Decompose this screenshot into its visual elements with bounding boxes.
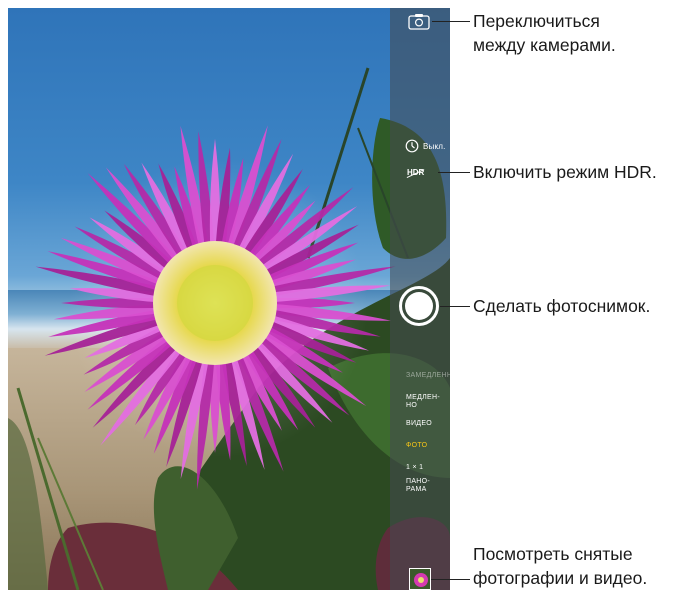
shutter-inner [405,292,433,320]
photo-thumbnail[interactable] [409,568,431,590]
callout-library: Посмотреть снятые фотографии и видео. [473,542,647,590]
camera-viewfinder [8,8,450,590]
callout-switch-camera: Переключиться между камерами. [473,9,616,57]
mode-option[interactable]: ВИДЕО [406,420,432,428]
callout-switch-camera-line1: Переключиться [473,11,600,31]
camera-flip-icon[interactable] [408,13,430,30]
callout-hdr: Включить режим HDR. [473,160,657,184]
callout-shutter-line1: Сделать фотоснимок. [473,296,651,316]
hdr-toggle[interactable]: HDR [407,166,424,178]
timer-toggle[interactable]: Выкл. [405,138,446,154]
thumbnail-flower-image [410,569,430,589]
mode-option[interactable]: 1 × 1 [406,464,423,472]
callout-hdr-line1: Включить режим HDR. [473,162,657,182]
callout-line-hdr [438,172,470,173]
hdr-icon: HDR [407,167,425,177]
shutter-button[interactable] [399,286,439,326]
callout-shutter: Сделать фотоснимок. [473,294,650,318]
timer-icon [405,139,419,153]
mode-option[interactable]: ПАНО- РАМА [406,478,430,494]
callout-line-shutter [440,306,470,307]
callout-library-line1: Посмотреть снятые [473,544,633,564]
callout-line-library [431,579,470,580]
flower-photo [8,67,450,590]
mode-option[interactable]: ФОТО [406,442,427,450]
callout-line-switch-camera [432,21,470,22]
mode-option[interactable]: ЗАМЕДЛЕННО [406,372,458,380]
mode-option[interactable]: МЕДЛЕН- НО [406,394,440,410]
callout-switch-camera-line2: между камерами. [473,35,616,55]
callout-library-line2: фотографии и видео. [473,568,648,588]
timer-label: Выкл. [423,141,446,151]
